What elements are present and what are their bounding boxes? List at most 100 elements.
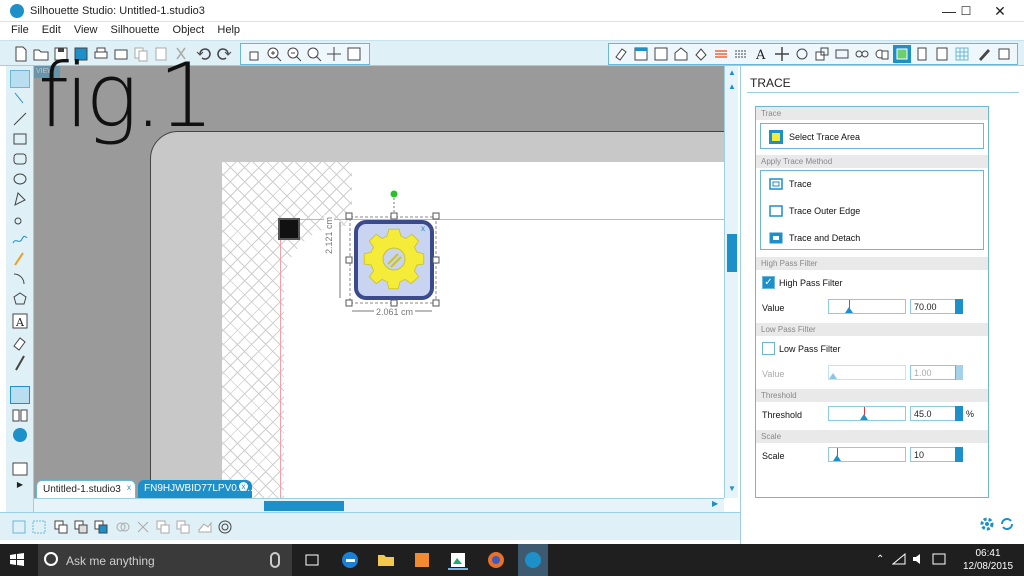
- library-icon[interactable]: [995, 45, 1013, 63]
- high-pass-checkbox[interactable]: ✓: [762, 276, 775, 289]
- replicate-icon[interactable]: [853, 45, 871, 63]
- scroll-right-arrow-icon[interactable]: ▶: [712, 499, 722, 511]
- trace-panel-icon[interactable]: [893, 45, 911, 63]
- eraser-icon[interactable]: [612, 45, 630, 63]
- rotate-handle[interactable]: [390, 190, 398, 198]
- task-view-icon[interactable]: [302, 550, 322, 570]
- zoom-in-icon[interactable]: [265, 45, 283, 63]
- make-compound-icon[interactable]: [52, 518, 70, 536]
- group-icon[interactable]: [10, 518, 28, 536]
- ellipse-tool-icon[interactable]: [10, 170, 30, 188]
- rotate-icon[interactable]: [793, 45, 811, 63]
- photo-app-icon[interactable]: [448, 550, 468, 570]
- cortana-search-box[interactable]: Ask me anything: [38, 544, 292, 576]
- pan-hand-icon[interactable]: [245, 45, 263, 63]
- spiral-icon[interactable]: [216, 518, 234, 536]
- ungroup-icon[interactable]: [30, 518, 48, 536]
- volume-icon[interactable]: [912, 553, 926, 565]
- transform-icon[interactable]: [773, 45, 791, 63]
- polygon-tool-icon[interactable]: [10, 190, 30, 208]
- knife-tool-icon[interactable]: [10, 354, 30, 372]
- edge-browser-icon[interactable]: [340, 550, 360, 570]
- fill-color-icon[interactable]: [692, 45, 710, 63]
- silhouette-studio-taskbar-icon[interactable]: [518, 544, 548, 576]
- menu-file[interactable]: File: [6, 22, 34, 38]
- threshold-slider[interactable]: [828, 406, 906, 421]
- select-trace-area-button[interactable]: Select Trace Area: [760, 123, 984, 149]
- store-app-icon[interactable]: [412, 550, 432, 570]
- clock-time[interactable]: 06:41: [958, 548, 1018, 559]
- send-to-silhouette-icon[interactable]: [975, 45, 993, 63]
- curve-tool-icon[interactable]: [10, 210, 30, 228]
- duplicate-icon[interactable]: [154, 518, 172, 536]
- trace-method-outer-edge[interactable]: Trace Outer Edge: [767, 203, 860, 219]
- selected-gear-object[interactable]: x: [334, 186, 444, 316]
- scroll-up-step-icon[interactable]: ▲: [727, 82, 737, 92]
- high-pass-thumb[interactable]: [845, 307, 853, 313]
- delete-icon[interactable]: [134, 518, 152, 536]
- tab-fn9hj[interactable]: FN9HJWBID77LPV0.s... x: [138, 480, 253, 498]
- weld-icon[interactable]: [114, 518, 132, 536]
- cut-settings-icon[interactable]: [953, 45, 971, 63]
- network-icon[interactable]: [891, 552, 906, 565]
- library-view-icon[interactable]: [10, 406, 30, 424]
- design-store-icon[interactable]: [672, 45, 690, 63]
- zoom-selection-icon[interactable]: [305, 45, 323, 63]
- line-color-icon[interactable]: [712, 45, 730, 63]
- shape-library-icon[interactable]: [196, 518, 214, 536]
- bring-front-icon[interactable]: [92, 518, 110, 536]
- arc-tool-icon[interactable]: [10, 270, 30, 288]
- line-style-icon[interactable]: [732, 45, 750, 63]
- menu-silhouette[interactable]: Silhouette: [106, 22, 165, 38]
- zoom-out-icon[interactable]: [285, 45, 303, 63]
- expand-arrow-icon[interactable]: ▶: [10, 480, 30, 494]
- low-pass-slider[interactable]: [828, 365, 906, 380]
- menu-help[interactable]: Help: [212, 22, 245, 38]
- clock-date[interactable]: 12/08/2015: [958, 561, 1018, 572]
- threshold-value-input[interactable]: 45.0: [910, 406, 956, 421]
- microphone-icon[interactable]: [270, 552, 280, 568]
- menu-edit[interactable]: Edit: [37, 22, 66, 38]
- toggle-panel-icon[interactable]: [10, 460, 30, 478]
- menu-view[interactable]: View: [69, 22, 103, 38]
- refresh-icon[interactable]: [999, 516, 1015, 532]
- file-explorer-icon[interactable]: [376, 550, 396, 570]
- freehand-tool-icon[interactable]: [10, 230, 30, 248]
- firefox-icon[interactable]: [486, 550, 506, 570]
- high-pass-spinner[interactable]: [955, 299, 963, 314]
- grid-icon[interactable]: [652, 45, 670, 63]
- scale-thumb[interactable]: [833, 455, 841, 461]
- new-file-icon[interactable]: [12, 45, 30, 63]
- horizontal-scroll-thumb[interactable]: [264, 501, 344, 511]
- eraser-tool-icon[interactable]: [10, 334, 30, 352]
- settings-gear-icon[interactable]: [979, 516, 995, 532]
- horizontal-scrollbar[interactable]: ▶: [34, 498, 724, 512]
- low-pass-checkbox[interactable]: [762, 342, 775, 355]
- windows-start-icon[interactable]: [10, 553, 24, 567]
- tab-untitled[interactable]: Untitled-1.studio3 x: [36, 480, 136, 498]
- page-setup-icon[interactable]: [632, 45, 650, 63]
- menu-object[interactable]: Object: [168, 22, 210, 38]
- release-compound-icon[interactable]: [72, 518, 90, 536]
- low-pass-thumb[interactable]: [829, 373, 837, 379]
- edit-points-icon[interactable]: [10, 90, 30, 108]
- rectangle-tool-icon[interactable]: [10, 130, 30, 148]
- fit-page-icon[interactable]: [345, 45, 363, 63]
- trace-method-detach[interactable]: Trace and Detach: [767, 230, 860, 246]
- tab-close-icon[interactable]: x: [239, 482, 248, 491]
- trace-method-trace[interactable]: Trace: [767, 176, 812, 192]
- threshold-spinner[interactable]: [955, 406, 963, 421]
- scale-value-input[interactable]: 10: [910, 447, 956, 462]
- threshold-thumb[interactable]: [860, 414, 868, 420]
- line-tool-icon[interactable]: [10, 110, 30, 128]
- vertical-scroll-thumb[interactable]: [727, 234, 737, 272]
- smooth-freehand-icon[interactable]: [10, 250, 30, 268]
- tray-chevron-icon[interactable]: ⌃: [876, 554, 884, 565]
- design-view-icon[interactable]: [10, 386, 30, 404]
- text-style-icon[interactable]: A: [752, 45, 770, 63]
- drag-zoom-icon[interactable]: [325, 45, 343, 63]
- maximize-button[interactable]: ☐: [949, 0, 983, 22]
- close-button[interactable]: ✕: [983, 0, 1017, 22]
- scale-spinner[interactable]: [955, 447, 963, 462]
- scale-icon[interactable]: [813, 45, 831, 63]
